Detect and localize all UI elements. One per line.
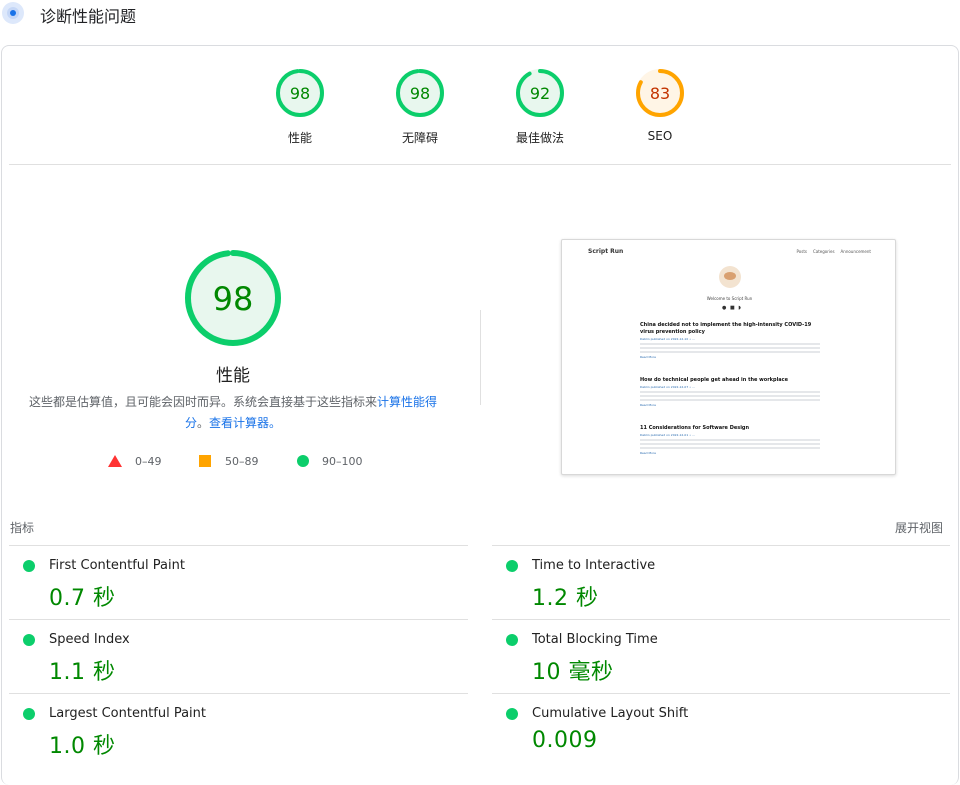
post-read-more: Read More xyxy=(640,355,656,359)
lighthouse-icon xyxy=(2,2,24,24)
vertical-divider xyxy=(480,310,481,405)
metric-cls: Cumulative Layout Shift 0.009 xyxy=(492,693,950,767)
performance-gauge: 98 xyxy=(183,248,283,348)
screenshot-nav-item: Categories xyxy=(812,248,835,254)
metric-value: 0.7 秒 xyxy=(49,586,116,611)
gauge-ring: 98 xyxy=(396,69,444,117)
screenshot-post: 11 Considerations for Software Design Da… xyxy=(640,425,820,455)
metrics-column-left: First Contentful Paint 0.7 秒 Speed Index… xyxy=(9,545,468,767)
pass-icon xyxy=(23,708,35,720)
post-meta: Dablin published on 2022-12-01 • ... xyxy=(640,433,695,437)
gauge-ring: 83 xyxy=(636,69,684,117)
pass-icon xyxy=(506,634,518,646)
pass-icon xyxy=(23,560,35,572)
gauge-label: 性能 xyxy=(287,131,312,145)
gauge-ring: 92 xyxy=(516,69,564,117)
performance-description: 这些都是估算值，且可能会因时而异。系统会直接基于这些指标来计算性能得分。查看计算… xyxy=(26,392,440,434)
screenshot-post: China decided not to implement the high-… xyxy=(640,322,820,359)
metric-value: 0.009 xyxy=(532,728,598,753)
screenshot-social-icons: ● ■ ◗ xyxy=(722,305,742,311)
square-icon xyxy=(199,455,211,467)
gauge-seo[interactable]: 83 SEO xyxy=(610,68,710,143)
screenshot-nav-item: Announcement xyxy=(840,248,871,254)
performance-title: 性能 xyxy=(216,366,250,386)
metric-tbt: Total Blocking Time 10 毫秒 xyxy=(492,619,950,693)
page-title: 诊断性能问题 xyxy=(40,7,137,26)
legend-average: 50–89 xyxy=(199,452,259,470)
gauge-label: SEO xyxy=(647,129,673,143)
page-header: 诊断性能问题 xyxy=(0,0,960,30)
circle-icon xyxy=(297,455,309,467)
description-sep: 。 xyxy=(196,416,209,430)
screenshot-content: Script Run Posts Categories Announcement… xyxy=(582,240,877,474)
score-legend: 0–49 50–89 90–100 xyxy=(0,452,480,470)
metric-name: Speed Index xyxy=(49,632,130,647)
legend-pass: 90–100 xyxy=(297,452,363,470)
screenshot-nav: Posts Categories Announcement xyxy=(797,249,871,254)
metrics-column-right: Time to Interactive 1.2 秒 Total Blocking… xyxy=(492,545,950,767)
performance-score: 98 xyxy=(213,280,254,318)
divider xyxy=(9,164,951,165)
metric-value: 1.2 秒 xyxy=(532,586,599,611)
legend-range: 0–49 xyxy=(135,454,162,468)
metric-value: 1.0 秒 xyxy=(49,734,116,759)
metric-name: Time to Interactive xyxy=(532,558,656,573)
view-calculator-link[interactable]: 查看计算器。 xyxy=(209,416,281,430)
gauge-performance[interactable]: 98 性能 xyxy=(250,68,350,146)
screenshot-avatar xyxy=(719,266,741,288)
metric-name: First Contentful Paint xyxy=(49,558,185,573)
post-title: How do technical people get ahead in the… xyxy=(640,377,789,383)
screenshot-welcome: Welcome to Script Run xyxy=(706,296,753,301)
screenshot-nav-item: Posts xyxy=(796,248,807,254)
metric-speed-index: Speed Index 1.1 秒 xyxy=(9,619,468,693)
gauge-ring: 98 xyxy=(276,69,324,117)
expand-view-toggle[interactable]: 展开视图 xyxy=(895,519,943,536)
screenshot-brand: Script Run xyxy=(588,247,624,255)
gauge-label: 最佳做法 xyxy=(515,131,564,145)
gauge-accessibility[interactable]: 98 无障碍 xyxy=(370,68,470,146)
post-title: 11 Considerations for Software Design xyxy=(640,425,750,431)
metric-name: Cumulative Layout Shift xyxy=(532,706,689,721)
legend-range: 90–100 xyxy=(322,454,363,468)
pass-icon xyxy=(506,708,518,720)
legend-range: 50–89 xyxy=(225,454,259,468)
description-text: 这些都是估算值，且可能会因时而异。系统会直接基于这些指标来 xyxy=(28,395,377,409)
post-read-more: Read More xyxy=(640,403,656,407)
pass-icon xyxy=(23,634,35,646)
metric-name: Largest Contentful Paint xyxy=(49,706,207,721)
metric-fcp: First Contentful Paint 0.7 秒 xyxy=(9,545,468,619)
metrics-heading: 指标 xyxy=(10,521,35,535)
gauge-best-practices[interactable]: 92 最佳做法 xyxy=(490,68,590,146)
screenshot-topbar: Script Run Posts Categories Announcement xyxy=(588,246,871,256)
screenshot-post: How do technical people get ahead in the… xyxy=(640,377,820,407)
post-title: China decided not to implement the high-… xyxy=(640,322,812,335)
metric-value: 1.1 秒 xyxy=(49,660,116,685)
page-screenshot[interactable]: Script Run Posts Categories Announcement… xyxy=(561,239,896,475)
post-meta: Dablin published on 2022-12-10 • ... xyxy=(640,337,695,341)
metric-lcp: Largest Contentful Paint 1.0 秒 xyxy=(9,693,468,767)
gauge-score: 98 xyxy=(410,84,430,103)
gauge-score: 98 xyxy=(290,84,310,103)
pass-icon xyxy=(506,560,518,572)
category-gauges: 98 性能 98 无障碍 92 最佳做法 83 SEO xyxy=(0,68,960,148)
triangle-icon xyxy=(108,455,122,467)
metric-name: Total Blocking Time xyxy=(532,632,658,647)
metric-value: 10 毫秒 xyxy=(532,660,614,685)
metric-tti: Time to Interactive 1.2 秒 xyxy=(492,545,950,619)
legend-fail: 0–49 xyxy=(108,452,162,470)
gauge-label: 无障碍 xyxy=(401,131,438,145)
gauge-score: 92 xyxy=(530,84,550,103)
post-read-more: Read More xyxy=(640,451,656,455)
post-meta: Dablin published on 2022-12-07 • ... xyxy=(640,385,695,389)
gauge-score: 83 xyxy=(650,84,670,103)
